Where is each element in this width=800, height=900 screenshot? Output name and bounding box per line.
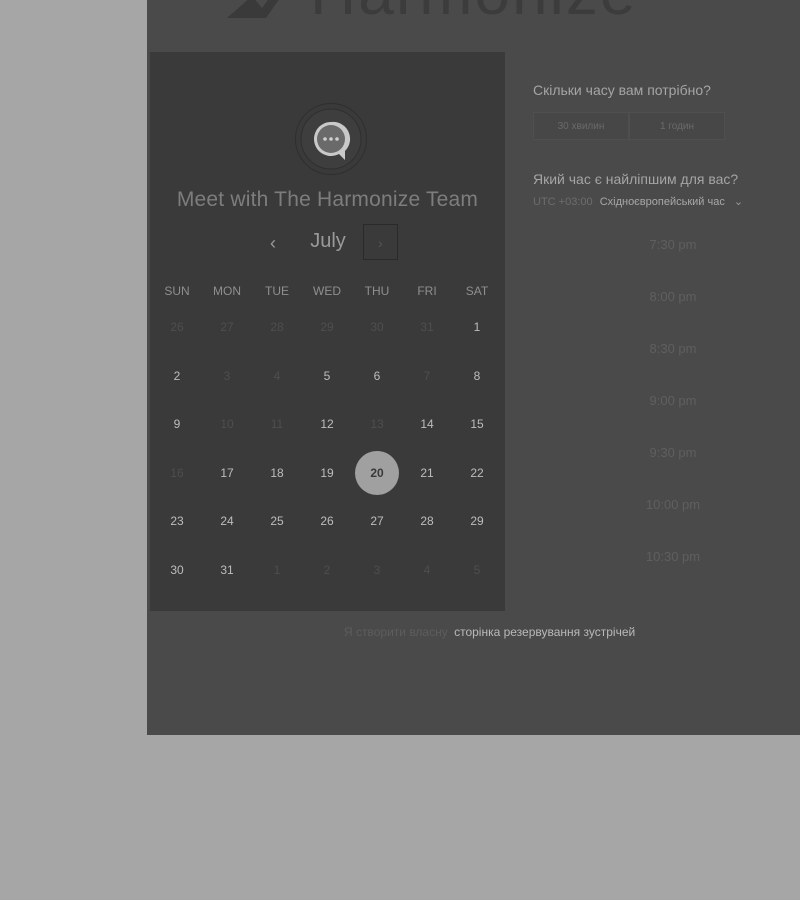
calendar-day[interactable]: 15 <box>455 402 499 446</box>
time-slot[interactable]: 10:00 pm <box>533 490 800 520</box>
weekday-label: MON <box>213 284 241 298</box>
calendar-day[interactable]: 26 <box>305 499 349 543</box>
time-question: Який час є найліпшим для вас? <box>533 171 739 187</box>
calendar-day[interactable]: 14 <box>405 402 449 446</box>
calendar-day: 30 <box>370 320 384 334</box>
calendar-day: 27 <box>220 320 234 334</box>
weekday-label: SUN <box>164 284 190 298</box>
brand-header: Harmonize <box>222 0 637 24</box>
calendar-day[interactable]: 24 <box>205 499 249 543</box>
time-slot[interactable]: 9:30 pm <box>533 438 800 468</box>
calendar-day[interactable]: 1 <box>455 305 499 349</box>
calendar-day: 4 <box>273 368 281 383</box>
calendar-day: 5 <box>473 562 481 577</box>
calendar-day: 11 <box>270 417 284 431</box>
calendar-day[interactable]: 22 <box>455 451 499 495</box>
calendar-day[interactable]: 28 <box>405 499 449 543</box>
calendar-day: 4 <box>423 562 431 577</box>
calendar-day: 1 <box>273 562 281 577</box>
calendar-card: Meet with The Harmonize Team ‹ July › SU… <box>150 52 505 611</box>
calendar-day[interactable]: 19 <box>305 451 349 495</box>
timezone-offset: UTC +03:00 <box>533 196 593 208</box>
weekday-label: THU <box>364 284 390 298</box>
time-slot[interactable]: 8:00 pm <box>533 282 800 312</box>
calendar-day: 26 <box>170 320 184 334</box>
calendar-day[interactable]: 17 <box>205 451 249 495</box>
month-label: July <box>310 230 346 252</box>
calendar-day: 7 <box>423 368 431 383</box>
chevron-down-icon: ⌄ <box>733 196 744 208</box>
calendar-day[interactable]: 30 <box>155 548 199 592</box>
timezone-selector[interactable]: UTC +03:00 Східноєвропейський час ⌄ <box>533 195 743 208</box>
calendar-day[interactable]: 21 <box>405 451 449 495</box>
footer-link[interactable]: сторінка резервування зустрічей <box>454 625 635 639</box>
calendar-day: 29 <box>320 320 334 334</box>
calendar-day: 28 <box>270 320 284 334</box>
calendar-day[interactable]: 31 <box>205 548 249 592</box>
time-slot[interactable]: 8:30 pm <box>533 334 800 364</box>
calendar-grid: 26 27 28 29 30 31 1 2 3 4 5 6 7 8 9 10 11 12 13 14 15 16 17 18 1… <box>150 305 505 595</box>
brand-name: Harmonize <box>310 0 637 24</box>
weekday-label: SAT <box>465 284 489 298</box>
weekday-label: FRI <box>417 284 437 298</box>
booking-panel: Harmonize Meet with The Harmonize Team ‹… <box>147 0 800 735</box>
month-navigator: ‹ July › <box>150 224 505 262</box>
timezone-name: Східноєвропейський час <box>599 196 725 208</box>
calendar-day[interactable]: 9 <box>155 402 199 446</box>
calendar-day: 10 <box>220 417 234 431</box>
calendar-day[interactable]: 5 <box>305 354 349 398</box>
chevron-right-icon[interactable]: › <box>363 224 398 260</box>
calendar-day[interactable]: 25 <box>255 499 299 543</box>
chevron-left-icon[interactable]: ‹ <box>262 232 284 254</box>
calendar-day[interactable]: 27 <box>355 499 399 543</box>
selected-day[interactable]: 20 <box>355 450 399 495</box>
time-slot[interactable]: 10:30 pm <box>533 542 800 572</box>
weekday-label: TUE <box>265 284 289 298</box>
calendar-day[interactable]: 12 <box>305 402 349 446</box>
calendar-day[interactable]: 18 <box>255 451 299 495</box>
calendar-day: 13 <box>370 417 384 431</box>
calendar-day: 2 <box>323 562 331 577</box>
weekday-label: WED <box>313 284 341 298</box>
duration-question: Скільки часу вам потрібно? <box>533 82 711 98</box>
calendar-day[interactable]: 23 <box>155 499 199 543</box>
calendar-day: 16 <box>170 465 184 480</box>
calendar-day[interactable]: 29 <box>455 499 499 543</box>
calendar-day[interactable]: 8 <box>455 354 499 398</box>
calendar-day[interactable]: 2 <box>155 354 199 398</box>
calendar-day: 3 <box>223 368 231 383</box>
weekday-header: SUN MON TUE WED THU FRI SAT <box>150 284 505 300</box>
duration-option[interactable]: 30 хвилин <box>533 112 629 140</box>
chat-bubble-icon <box>295 103 367 175</box>
calendar-day: 3 <box>373 562 381 577</box>
calendar-day: 31 <box>420 320 434 334</box>
footer-note: Я створити власну сторінка резервування … <box>344 625 635 639</box>
footer-prefix: Я створити власну <box>344 625 448 639</box>
harmonize-logo-icon <box>222 0 292 22</box>
meeting-title: Meet with The Harmonize Team <box>176 188 479 211</box>
calendar-day[interactable]: 6 <box>355 354 399 398</box>
time-slot[interactable]: 7:30 pm <box>533 230 800 260</box>
duration-option[interactable]: 1 годин <box>629 112 725 140</box>
time-slot[interactable]: 9:00 pm <box>533 386 800 416</box>
